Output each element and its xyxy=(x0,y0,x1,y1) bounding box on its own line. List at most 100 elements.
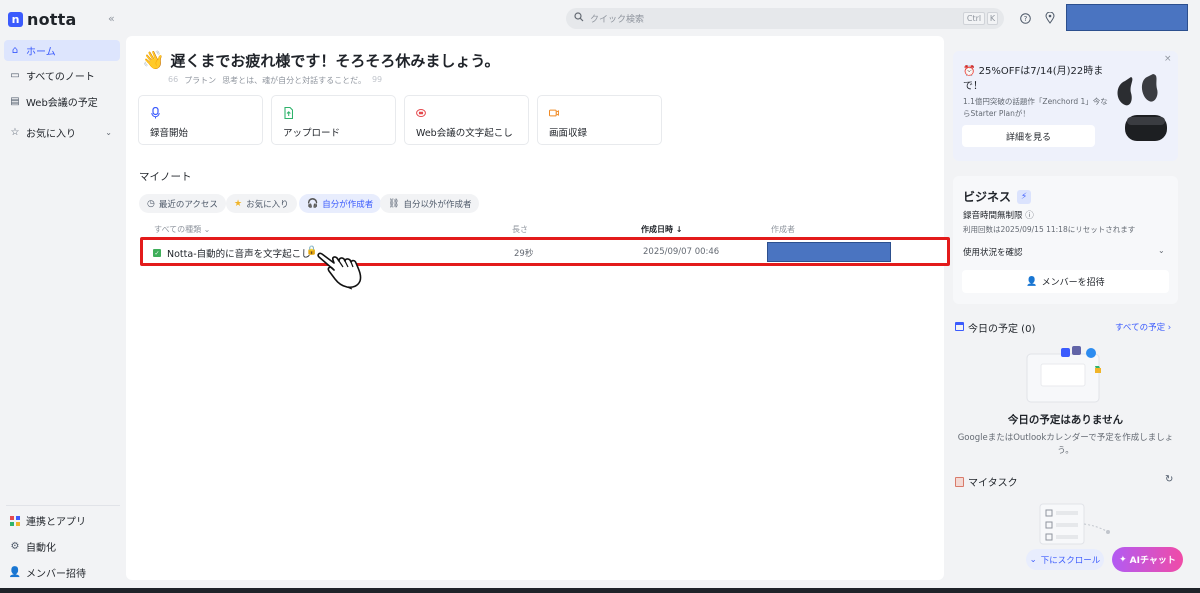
promo-card: ⏰ 25%OFFは7/14(月)22時まで！ 1.1億円突破の話題作「Zench… xyxy=(953,51,1178,161)
column-type-label: すべての種類 xyxy=(154,225,202,234)
business-feature: 録音時間無制限 ⓘ xyxy=(963,209,1034,221)
filter-recent[interactable]: ◷ 最近のアクセス xyxy=(139,194,226,213)
task-icon xyxy=(955,477,964,487)
column-type[interactable]: すべての種類 ⌄ xyxy=(154,224,210,235)
search-input[interactable]: クイック検索 Ctrl K xyxy=(566,8,1004,29)
help-icon[interactable]: ? xyxy=(1019,12,1031,24)
sidebar-item-label: すべてのノート xyxy=(26,72,95,83)
quote: 66 プラトン 思考とは、魂が自分と対話することだ。 99 xyxy=(168,75,382,86)
clock-icon: ◷ xyxy=(147,198,155,209)
sidebar-item-label: Web会議の予定 xyxy=(26,98,98,109)
search-placeholder: クイック検索 xyxy=(590,15,645,25)
quote-open-icon: 66 xyxy=(168,75,179,84)
business-title-text: ビジネス xyxy=(963,190,1012,204)
all-schedules-link[interactable]: すべての予定 › xyxy=(1115,321,1171,333)
wave-icon: 👋 xyxy=(142,50,165,71)
tasks-title: マイタスク xyxy=(968,478,1018,489)
upload-button[interactable]: アップロード xyxy=(271,95,396,145)
column-owner[interactable]: 作成者 xyxy=(771,224,795,235)
home-icon: ⌂ xyxy=(11,45,19,56)
apps-icon xyxy=(10,515,20,526)
link-icon: ⛓ xyxy=(388,198,400,209)
action-label: 録音開始 xyxy=(150,128,189,139)
sidebar-item-label: ホーム xyxy=(26,47,56,58)
filter-created-by-me[interactable]: 🎧 自分が作成者 xyxy=(299,194,382,213)
main-panel: 👋 遅くまでお疲れ様です！そろそろ休みましょう。 66 プラトン 思考とは、魂が… xyxy=(126,36,950,580)
sidebar-item-label: お気に入り xyxy=(26,129,76,140)
sidebar-item-web-meetings[interactable]: ▤ Web会議の予定 xyxy=(4,91,120,112)
business-plan-card: ビジネス ⚡ 録音時間無制限 ⓘ 利用回数は2025/09/15 11:18にリ… xyxy=(953,176,1178,304)
promo-title: ⏰ 25%OFFは7/14(月)22時まで！ xyxy=(963,64,1111,94)
add-user-icon: 👤 xyxy=(1026,276,1038,287)
sidebar-divider xyxy=(6,505,120,506)
app-logo[interactable]: n notta xyxy=(8,10,76,29)
headphone-icon: 🎧 xyxy=(307,198,319,209)
action-label: アップロード xyxy=(283,128,341,139)
usage-check-link[interactable]: 使用状況を確認 xyxy=(963,246,1023,258)
ai-chat-label: AIチャット xyxy=(1129,556,1176,566)
double-chevron-down-icon: ⌄ xyxy=(1029,554,1037,565)
shortcut-k: K xyxy=(987,12,998,25)
sidebar-item-integrations[interactable]: 連携とアプリ xyxy=(4,510,120,531)
note-title: Notta-自動的に音声を文字起こし xyxy=(167,249,311,260)
sidebar-item-automation[interactable]: ⚙ 自動化 xyxy=(4,536,120,557)
star-icon: ☆ xyxy=(10,127,20,138)
screen-record-button[interactable]: 画面収録 xyxy=(537,95,662,145)
sidebar-item-label: メンバー招待 xyxy=(26,569,86,580)
ai-chat-button[interactable]: ✦ AIチャット xyxy=(1112,547,1183,572)
my-notes-title: マイノート xyxy=(139,171,192,183)
calendar-icon: ▤ xyxy=(10,96,20,107)
logo-text: notta xyxy=(27,10,77,29)
invite-member-label: メンバーを招待 xyxy=(1041,278,1105,288)
collapse-sidebar-icon[interactable]: « xyxy=(108,12,115,25)
column-created[interactable]: 作成日時 ↓ xyxy=(641,224,683,235)
quote-author: プラトン xyxy=(184,76,217,85)
column-length[interactable]: 長さ xyxy=(512,224,528,235)
promo-title-text: 25%OFFは7/14(月)22時まで！ xyxy=(963,66,1104,92)
alarm-icon: ⏰ xyxy=(963,66,979,77)
sidebar-item-home[interactable]: ⌂ ホーム xyxy=(4,40,120,61)
close-icon[interactable]: × xyxy=(1164,54,1172,64)
chevron-down-icon[interactable]: ⌄ xyxy=(1158,246,1165,255)
upload-icon xyxy=(283,107,293,119)
schedule-title: 今日の予定 (0) xyxy=(968,324,1036,335)
user-account-redacted[interactable] xyxy=(1066,4,1188,31)
table-row[interactable]: ✓ Notta-自動的に音声を文字起こし 🔒 29秒 2025/09/07 00… xyxy=(140,237,950,266)
action-label: 画面収録 xyxy=(549,128,588,139)
sidebar-item-favorites[interactable]: ☆ お気に入り ⌄ xyxy=(4,122,120,143)
promo-details-button[interactable]: 詳細を見る xyxy=(962,125,1095,147)
filter-created-by-others[interactable]: ⛓ 自分以外が作成者 xyxy=(380,194,480,213)
search-icon xyxy=(574,12,584,25)
note-created: 2025/09/07 00:46 xyxy=(643,247,720,257)
meeting-icon xyxy=(416,107,426,119)
sparkle-icon: ✦ xyxy=(1119,554,1127,565)
sidebar-item-label: 自動化 xyxy=(26,543,56,554)
location-pin-icon[interactable] xyxy=(1044,12,1056,24)
invite-member-button[interactable]: 👤 メンバーを招待 xyxy=(962,270,1169,293)
schedule-empty-desc: GoogleまたはOutlookカレンダーで予定を作成しましょう。 xyxy=(957,433,1174,456)
sidebar-item-invite[interactable]: 👤 メンバー招待 xyxy=(4,562,120,583)
record-start-button[interactable]: 録音開始 xyxy=(138,95,263,145)
web-meeting-transcribe-button[interactable]: Web会議の文字起こし xyxy=(404,95,529,145)
automation-icon: ⚙ xyxy=(10,541,20,552)
invite-icon: 👤 xyxy=(8,567,22,578)
notes-icon: ▭ xyxy=(10,70,20,81)
refresh-icon[interactable]: ↻ xyxy=(1165,474,1173,485)
business-feature-text: 録音時間無制限 xyxy=(963,211,1023,221)
filter-label: 自分以外が作成者 xyxy=(403,199,472,210)
schedule-empty-title: 今日の予定はありません xyxy=(1007,414,1124,426)
file-icon: ✓ xyxy=(153,249,161,257)
schedule-header: 今日の予定 (0) すべての予定 › xyxy=(953,320,1178,336)
filter-label: 最近のアクセス xyxy=(158,199,218,210)
greeting: 👋 遅くまでお疲れ様です！そろそろ休みましょう。 xyxy=(142,50,500,71)
info-icon[interactable]: ⓘ xyxy=(1025,211,1034,221)
sidebar: n notta « ⌂ ホーム ▭ すべてのノート ▤ Web会議の予定 ☆ お… xyxy=(0,0,126,593)
screen-record-icon xyxy=(549,107,559,119)
earbuds-image xyxy=(1113,71,1173,146)
sidebar-item-label: 連携とアプリ xyxy=(26,517,86,528)
scroll-down-button[interactable]: ⌄ 下にスクロール xyxy=(1026,549,1104,570)
sidebar-item-all-notes[interactable]: ▭ すべてのノート xyxy=(4,65,120,86)
note-owner-redacted xyxy=(767,242,891,262)
filter-favorites[interactable]: ★ お気に入り xyxy=(226,194,297,213)
shortcut-ctrl: Ctrl xyxy=(963,12,985,25)
